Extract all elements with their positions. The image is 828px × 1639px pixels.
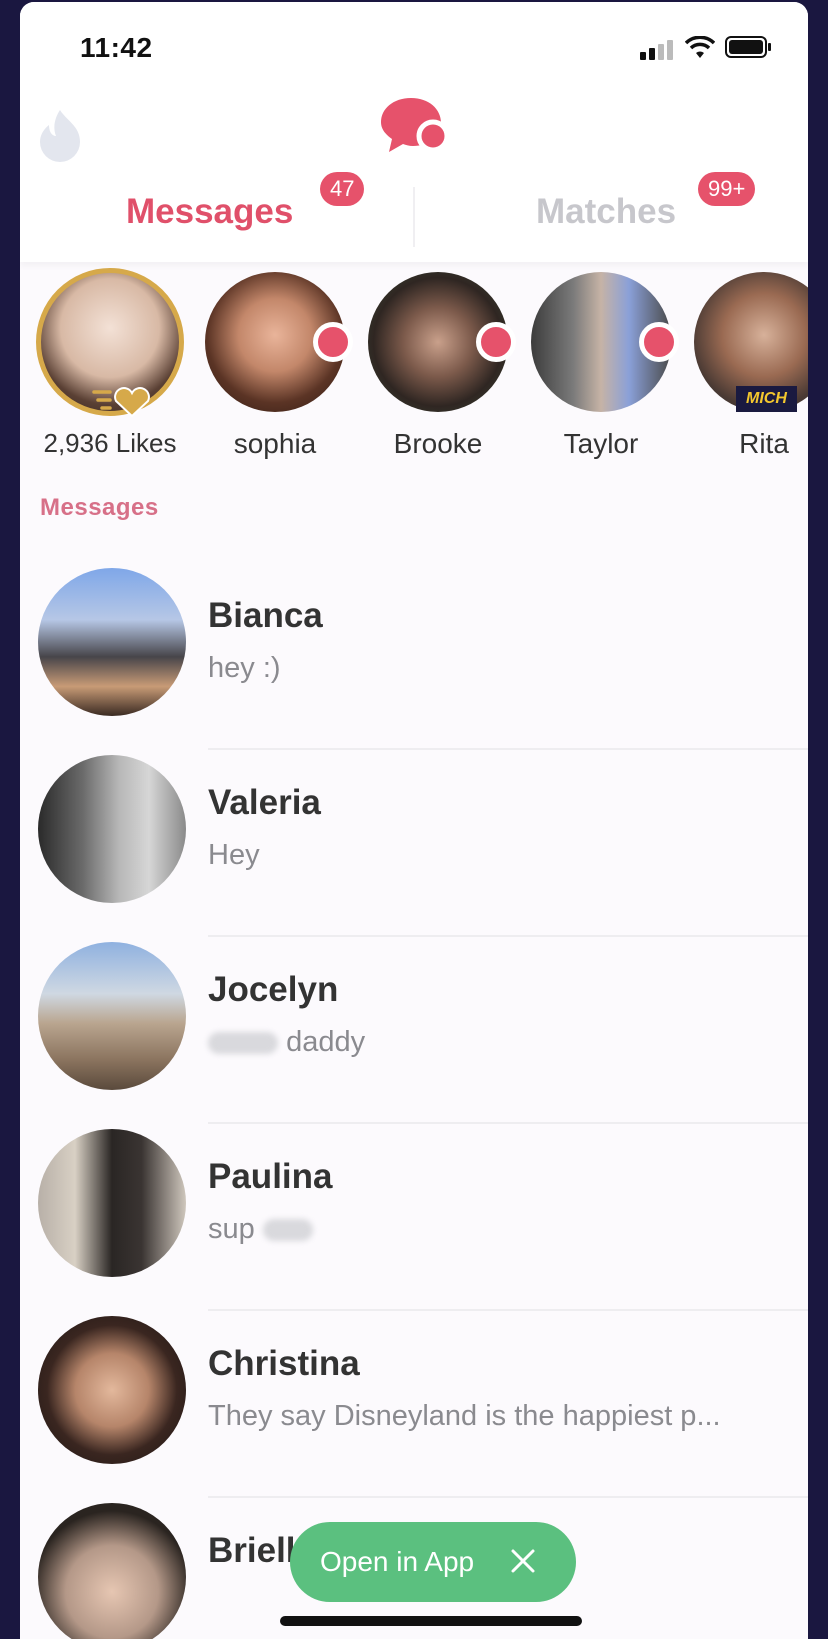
cellular-signal-icon — [640, 38, 676, 60]
conversation-name: Bianca — [208, 596, 323, 635]
home-indicator — [280, 1616, 582, 1626]
conversation-row-jocelyn[interactable]: Jocelyn daddy — [20, 942, 808, 1130]
wifi-icon — [685, 36, 715, 58]
app-screen: 11:42 Messages 47 Matches 99+ 2,936 Like… — [20, 2, 808, 1639]
match-taylor[interactable]: Taylor — [521, 272, 681, 460]
row-divider — [208, 1496, 808, 1498]
likes-count-label: 2,936 Likes — [43, 428, 177, 458]
tab-divider — [413, 187, 415, 247]
row-divider — [208, 935, 808, 937]
match-name: Brooke — [393, 428, 483, 459]
status-time: 11:42 — [80, 32, 153, 63]
conversation-name: Valeria — [208, 783, 321, 822]
match-name: sophia — [233, 428, 317, 459]
gold-heart-icon — [92, 387, 150, 418]
conversation-name: Jocelyn — [208, 970, 339, 1009]
conversation-row-valeria[interactable]: Valeria Hey — [20, 755, 808, 943]
conversation-row-bianca[interactable]: Bianca hey :) — [20, 568, 808, 756]
message-preview: sup — [208, 1213, 313, 1246]
messages-count-badge: 47 — [320, 172, 365, 206]
new-match-dot — [313, 322, 353, 362]
new-matches-carousel: 2,936 Likes sophia Brooke Taylor Rita — [20, 264, 808, 474]
avatar — [38, 755, 186, 903]
tab-messages[interactable]: Messages — [126, 192, 293, 232]
messages-chat-icon — [381, 98, 450, 153]
app-header: Messages 47 Matches 99+ — [20, 92, 808, 262]
messages-section-label: Messages — [40, 494, 159, 521]
new-match-dot — [476, 322, 516, 362]
tinder-flame-icon[interactable] — [36, 106, 84, 164]
avatar — [38, 942, 186, 1090]
open-in-app-button[interactable]: Open in App — [320, 1546, 474, 1578]
photo-overlay-text: MICH — [736, 386, 797, 412]
avatar — [368, 272, 516, 412]
redacted-text — [208, 1032, 278, 1055]
redacted-text — [262, 1219, 313, 1242]
match-brooke[interactable]: Brooke — [358, 272, 518, 460]
avatar — [38, 568, 186, 716]
status-bar: 11:42 — [20, 2, 808, 92]
match-rita[interactable]: Rita — [684, 272, 808, 460]
conversation-row-paulina[interactable]: Paulina sup — [20, 1129, 808, 1317]
message-preview: They say Disneyland is the happiest p... — [208, 1400, 721, 1432]
avatar — [38, 1316, 186, 1464]
close-icon[interactable] — [506, 1544, 540, 1578]
conversation-name: Christina — [208, 1344, 360, 1383]
new-match-dot — [639, 322, 679, 362]
match-name: Taylor — [563, 428, 639, 459]
row-divider — [208, 1122, 808, 1124]
avatar — [38, 1129, 186, 1277]
message-preview: daddy — [208, 1026, 365, 1059]
row-divider — [208, 1309, 808, 1311]
avatar — [38, 1503, 186, 1639]
likes-avatar — [36, 268, 184, 418]
avatar — [205, 272, 353, 412]
message-preview: Hey — [208, 839, 260, 871]
matches-count-badge: 99+ — [698, 172, 756, 206]
tab-matches[interactable]: Matches — [536, 192, 676, 232]
row-divider — [208, 748, 808, 750]
conversation-name: Paulina — [208, 1157, 333, 1196]
open-in-app-banner[interactable]: Open in App — [290, 1522, 576, 1602]
battery-icon — [725, 36, 771, 58]
likes-tile[interactable]: 2,936 Likes — [30, 268, 190, 459]
match-name: Rita — [739, 428, 789, 459]
match-sophia[interactable]: sophia — [195, 272, 355, 460]
message-preview: hey :) — [208, 652, 281, 684]
avatar — [531, 272, 679, 412]
conversation-row-christina[interactable]: Christina They say Disneyland is the hap… — [20, 1316, 808, 1504]
